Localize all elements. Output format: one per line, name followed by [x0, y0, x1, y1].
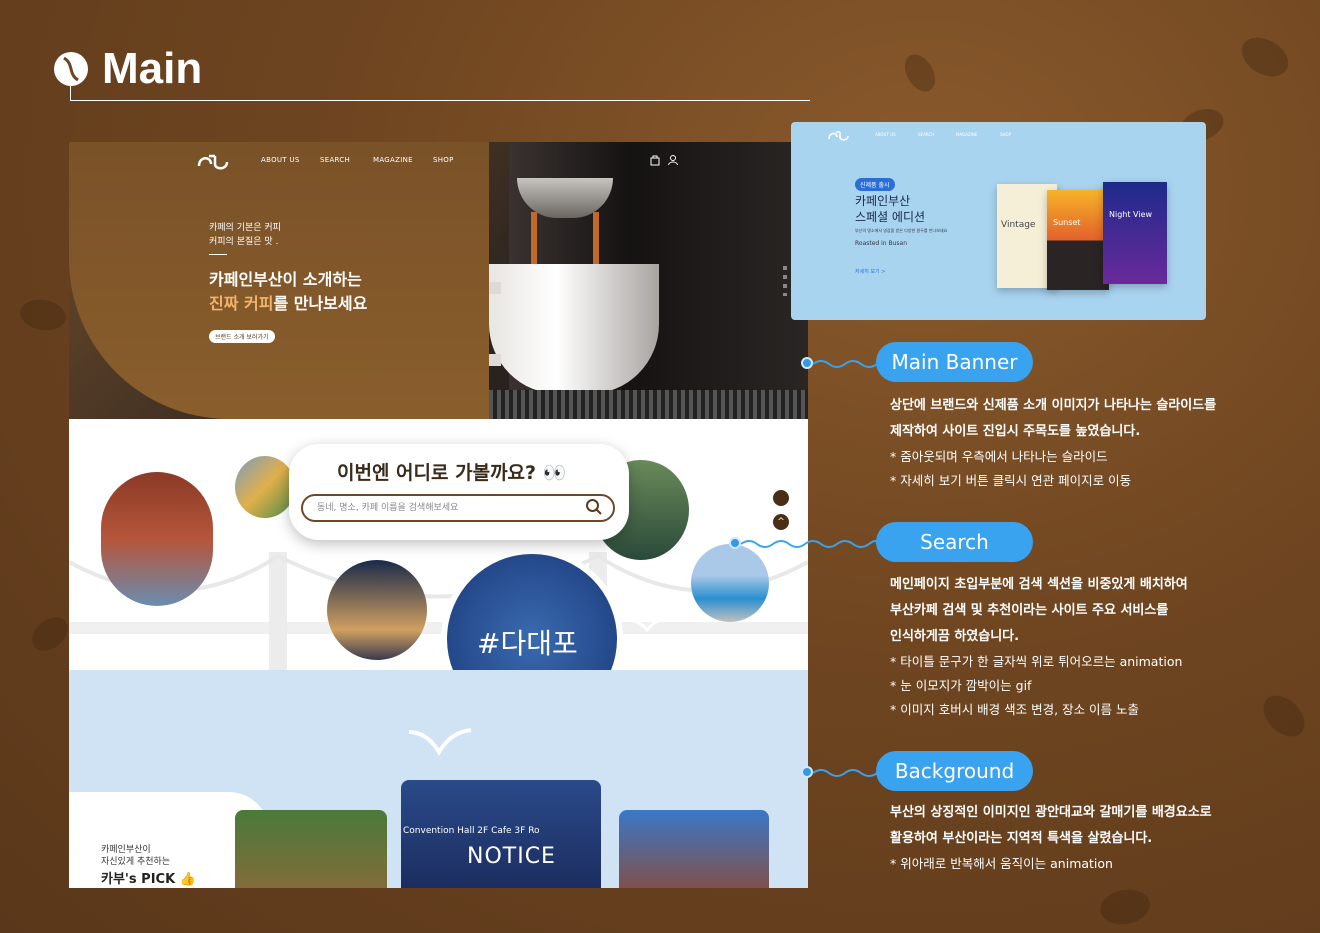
- place-image-beach-pool[interactable]: [691, 544, 769, 622]
- background-bean: [1255, 687, 1313, 745]
- title-underline-tick: [70, 86, 71, 101]
- notice-sign-text: Convention Hall 2F Cafe 3F Ro: [403, 826, 540, 836]
- scroll-top-button[interactable]: ^: [773, 514, 789, 530]
- product-sunset: Sunset: [1047, 190, 1109, 290]
- coffee-bean-icon: [54, 52, 88, 86]
- cart-icon[interactable]: [649, 154, 661, 166]
- seagull-icon: [626, 616, 668, 632]
- hero-title-rest: 를 만나보세요: [273, 294, 368, 313]
- mini-title-2: 스페셜 에디션: [855, 210, 926, 224]
- new-product-badge: 신제품 출시: [855, 178, 895, 191]
- product-night-view-label: Night View: [1109, 210, 1153, 219]
- mini-nav-shop[interactable]: SHOP: [1000, 132, 1011, 137]
- nav-magazine[interactable]: MAGAZINE: [373, 156, 413, 164]
- brand-intro-button[interactable]: 브랜드 소개 보러가기: [209, 330, 275, 343]
- desc-bold-line: 인식하게끔 하였습니다.: [890, 629, 1020, 644]
- pick-title: 카부's PICK 👍: [101, 868, 196, 887]
- hashtag-label: #다대포: [477, 627, 578, 660]
- section-desc-search: 메인페이지 초입부분에 검색 섹션을 비중있게 배치하여 부산카페 검색 및 추…: [890, 572, 1188, 722]
- background-bean: [1097, 885, 1153, 929]
- background-bean: [17, 296, 69, 334]
- section-pill-search: Search: [876, 522, 1033, 562]
- mini-more-link[interactable]: 자세히 보기 >: [855, 268, 885, 275]
- desc-bold-line: 메인페이지 초입부분에 검색 섹션을 비중있게 배치하여: [890, 577, 1188, 592]
- desc-bold-line: 제작하여 사이트 진입시 주목도를 높였습니다.: [890, 424, 1141, 439]
- background-bean: [898, 49, 942, 97]
- desc-line: * 자세히 보기 버튼 클릭시 연관 페이지로 이동: [890, 473, 1132, 488]
- product-night-view: Night View: [1103, 182, 1167, 284]
- slide-indicator[interactable]: [783, 266, 787, 296]
- search-input[interactable]: 동네, 명소, 카페 이름을 검색해보세요: [301, 494, 615, 522]
- product-sunset-label: Sunset: [1053, 218, 1081, 227]
- hero-small-text-2: 커피의 본질은 맛 .: [209, 237, 279, 247]
- section-pill-main-banner: Main Banner: [876, 342, 1033, 382]
- section-marker-dot: [801, 357, 813, 369]
- section-desc-main-banner: 상단에 브랜드와 신제품 소개 이미지가 나타나는 슬라이드를 제작하여 사이트…: [890, 393, 1216, 493]
- nav-search[interactable]: SEARCH: [320, 156, 350, 164]
- hero-banner: ABOUT US SEARCH MAGAZINE SHOP 카페의 기본은 커피…: [69, 142, 808, 419]
- hero-divider: [209, 254, 227, 255]
- hero-title-highlight: 진짜 커피: [209, 294, 274, 313]
- search-title-text: 이번엔 어디로 가볼까요?: [337, 462, 537, 484]
- connector-wave: [813, 360, 877, 368]
- background-bean: [1234, 29, 1296, 85]
- desc-line: * 줌아웃되며 우측에서 나타나는 슬라이드: [890, 449, 1108, 464]
- special-edition-banner: ABOUT US SEARCH MAGAZINE SHOP 신제품 출시 카페인…: [791, 122, 1206, 320]
- notice-card[interactable]: Convention Hall 2F Cafe 3F Ro NOTICE: [401, 780, 601, 888]
- hero-title-line-1: 카페인부산이 소개하는: [209, 270, 362, 289]
- desc-line: * 타이틀 문구가 한 글자씩 위로 튀어오르는 animation: [890, 654, 1183, 669]
- main-page-mockup: ABOUT US SEARCH MAGAZINE SHOP 카페의 기본은 커피…: [69, 142, 808, 888]
- coffee-stream-art: [531, 212, 537, 270]
- page-title-text: Main: [102, 44, 203, 93]
- desc-line: * 위아래로 반복해서 움직이는 animation: [890, 856, 1113, 871]
- nav-about[interactable]: ABOUT US: [261, 156, 300, 164]
- desc-bold-line: 부산의 상징적인 이미지인 광안대교와 갈매기를 배경요소로: [890, 805, 1212, 820]
- thumbs-up-icon: 👍: [179, 872, 196, 887]
- section-pill-background: Background: [876, 751, 1033, 791]
- pick-card-brick-house[interactable]: [619, 810, 769, 888]
- coffee-cup-art: [489, 264, 659, 394]
- page-title: Main: [52, 44, 202, 94]
- mini-nav-about[interactable]: ABOUT US: [875, 132, 896, 137]
- notice-label: NOTICE: [467, 844, 556, 869]
- eyes-emoji-icon: 👀: [542, 462, 567, 484]
- desc-bold-line: 부산카페 검색 및 추천이라는 사이트 주요 서비스를: [890, 603, 1169, 618]
- search-section: 이번엔 어디로 가볼까요? 👀 동네, 명소, 카페 이름을 검색해보세요: [289, 444, 629, 540]
- brand-logo-icon: [197, 154, 229, 170]
- connector-wave: [741, 540, 877, 548]
- section-marker-dot: [801, 766, 813, 778]
- hero-title-line-2: 진짜 커피를 만나보세요: [209, 290, 367, 314]
- pick-line-2: 자신있게 추천하는: [101, 857, 171, 867]
- connector-wave: [813, 769, 877, 777]
- search-title: 이번엔 어디로 가볼까요? 👀: [337, 458, 566, 485]
- desc-line: * 눈 이모지가 깜박이는 gif: [890, 678, 1032, 693]
- background-bean: [25, 610, 75, 658]
- mini-title-1: 카페인부산: [855, 194, 911, 208]
- pick-title-text: 카부's PICK: [101, 872, 176, 887]
- clock-button[interactable]: [773, 490, 789, 506]
- title-underline: [70, 100, 810, 101]
- coffee-stream-art: [593, 212, 599, 270]
- desc-bold-line: 상단에 브랜드와 신제품 소개 이미지가 나타나는 슬라이드를: [890, 398, 1217, 413]
- mini-nav-magazine[interactable]: MAGAZINE: [956, 132, 977, 137]
- place-image-village[interactable]: [235, 456, 295, 518]
- section-marker-dot: [729, 537, 741, 549]
- product-vintage-label: Vintage: [1001, 220, 1036, 230]
- desc-bold-line: 활용하여 부산이라는 지역적 특색을 살렸습니다.: [890, 831, 1153, 846]
- mini-nav-search[interactable]: SEARCH: [918, 132, 934, 137]
- section-desc-background: 부산의 상징적인 이미지인 광안대교와 갈매기를 배경요소로 활용하여 부산이라…: [890, 800, 1212, 876]
- place-image-night-towers[interactable]: [327, 560, 427, 660]
- desc-line: * 이미지 호버시 배경 색조 변경, 장소 이름 노출: [890, 702, 1140, 717]
- user-icon[interactable]: [667, 154, 679, 166]
- hero-small-text-1: 카페의 기본은 커피: [209, 223, 281, 233]
- mini-roasted: Roasted in Busan: [855, 240, 908, 247]
- search-icon[interactable]: [585, 498, 603, 516]
- seagull-icon: [408, 728, 472, 756]
- nav-shop[interactable]: SHOP: [433, 156, 454, 164]
- pick-card-green-house[interactable]: [235, 810, 387, 888]
- drip-tray-art: [449, 390, 808, 419]
- mini-subtitle: 부산의 명소에서 영감을 받은 다양한 원두를 만나보세요: [855, 228, 948, 233]
- place-image-brick-building[interactable]: [101, 472, 213, 606]
- brand-logo-icon: [828, 131, 849, 141]
